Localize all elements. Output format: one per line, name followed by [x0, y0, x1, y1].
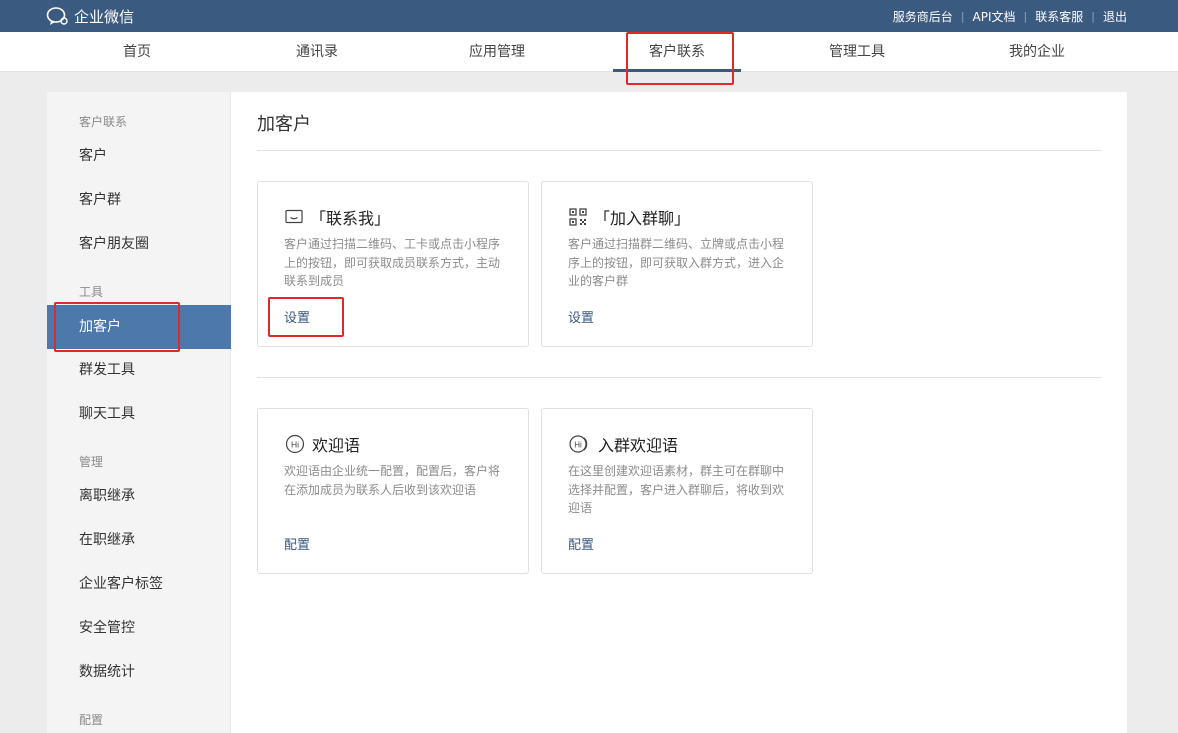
top-links: 服务商后台 | API文档 | 联系客服 | 退出 — [892, 8, 1127, 25]
tab-app-management[interactable]: 应用管理 — [417, 32, 577, 72]
logout-link[interactable]: 退出 — [1103, 8, 1127, 25]
message-icon — [285, 209, 303, 224]
app-title: 企业微信 — [74, 7, 135, 26]
group-welcome-config-link[interactable]: 配置 — [568, 534, 594, 553]
join-group-card: 「加入群聊」 客户通过扫描群二维码、立牌或点击小程序上的按钮，即可获取入群方式，… — [541, 181, 813, 347]
sidebar-item-data-statistics[interactable]: 数据统计 — [47, 650, 231, 694]
tab-management-tools[interactable]: 管理工具 — [777, 32, 937, 72]
tab-my-enterprise[interactable]: 我的企业 — [957, 32, 1117, 72]
card-description: 欢迎语由企业统一配置，配置后，客户将在添加成员为联系人后收到该欢迎语 — [284, 464, 501, 497]
sidebar: 客户联系 客户 客户群 客户朋友圈 工具 加客户 群发工具 聊天工具 管理 离职… — [47, 92, 231, 733]
sidebar-item-customer-tags[interactable]: 企业客户标签 — [47, 562, 231, 606]
card-title: 「加入群聊」 — [594, 209, 691, 228]
contact-me-card: 「联系我」 客户通过扫描二维码、工卡或点击小程序上的按钮，即可获取成员联系方式，… — [257, 181, 529, 347]
page-title: 加客户 — [257, 114, 311, 135]
sidebar-item-moments[interactable]: 客户朋友圈 — [47, 222, 231, 266]
api-docs-link[interactable]: API文档 — [973, 8, 1016, 25]
join-group-settings-link[interactable]: 设置 — [568, 307, 594, 326]
wecom-logo-icon — [46, 7, 68, 25]
main-content: 加客户 「联系我」 客户通过扫描二维码、工卡或点击小程序上的按钮，即可获取成员联… — [257, 92, 1127, 733]
card-description: 客户通过扫描二维码、工卡或点击小程序上的按钮，即可获取成员联系方式，主动联系到成… — [284, 237, 501, 288]
sidebar-section-tools: 工具 — [79, 285, 104, 299]
svg-text:Hi: Hi — [574, 441, 582, 450]
tab-contacts[interactable]: 通讯录 — [237, 32, 397, 72]
hi-icon: Hi — [285, 434, 305, 454]
card-description: 客户通过扫描群二维码、立牌或点击小程序上的按钮，即可获取入群方式，进入企业的客户… — [568, 237, 785, 288]
group-welcome-card: Hi 入群欢迎语 在这里创建欢迎语素材，群主可在群聊中选择并配置，客户进入群聊后… — [541, 408, 813, 574]
tab-home[interactable]: 首页 — [57, 32, 217, 72]
top-bar: 企业微信 服务商后台 | API文档 | 联系客服 | 退出 — [0, 0, 1178, 32]
content-panel: 客户联系 客户 客户群 客户朋友圈 工具 加客户 群发工具 聊天工具 管理 离职… — [47, 92, 1127, 733]
sidebar-item-chat-tools[interactable]: 聊天工具 — [47, 392, 231, 436]
card-title: 入群欢迎语 — [598, 436, 679, 455]
group-hi-icon: Hi — [569, 435, 588, 453]
section-divider — [257, 377, 1102, 378]
sidebar-section-config: 配置 — [79, 713, 104, 727]
sidebar-item-customers[interactable]: 客户 — [47, 134, 231, 178]
welcome-message-config-link[interactable]: 配置 — [284, 534, 310, 553]
welcome-message-card: Hi 欢迎语 欢迎语由企业统一配置，配置后，客户将在添加成员为联系人后收到该欢迎… — [257, 408, 529, 574]
service-provider-link[interactable]: 服务商后台 — [893, 8, 953, 25]
contact-support-link[interactable]: 联系客服 — [1035, 8, 1083, 25]
card-title: 「联系我」 — [310, 209, 391, 228]
qr-code-icon — [569, 208, 587, 226]
sidebar-item-add-customer[interactable]: 加客户 — [47, 305, 231, 349]
sidebar-item-security-control[interactable]: 安全管控 — [47, 606, 231, 650]
app-logo[interactable]: 企业微信 — [46, 5, 134, 27]
sidebar-section-customer-contact: 客户联系 — [79, 115, 128, 129]
main-nav: 首页 通讯录 应用管理 客户联系 管理工具 我的企业 — [0, 32, 1178, 72]
sidebar-item-resigned-inheritance[interactable]: 离职继承 — [47, 474, 231, 518]
sidebar-item-mass-messaging[interactable]: 群发工具 — [47, 348, 231, 392]
tab-customer-contact[interactable]: 客户联系 — [597, 32, 757, 72]
svg-text:Hi: Hi — [291, 440, 299, 450]
card-description: 在这里创建欢迎语素材，群主可在群聊中选择并配置，客户进入群聊后，将收到欢迎语 — [568, 464, 785, 515]
sidebar-item-onjob-inheritance[interactable]: 在职继承 — [47, 518, 231, 562]
sidebar-item-customer-groups[interactable]: 客户群 — [47, 178, 231, 222]
title-divider — [257, 150, 1102, 151]
sidebar-section-management: 管理 — [79, 455, 104, 469]
contact-me-settings-link[interactable]: 设置 — [284, 307, 310, 326]
card-title: 欢迎语 — [312, 436, 361, 455]
